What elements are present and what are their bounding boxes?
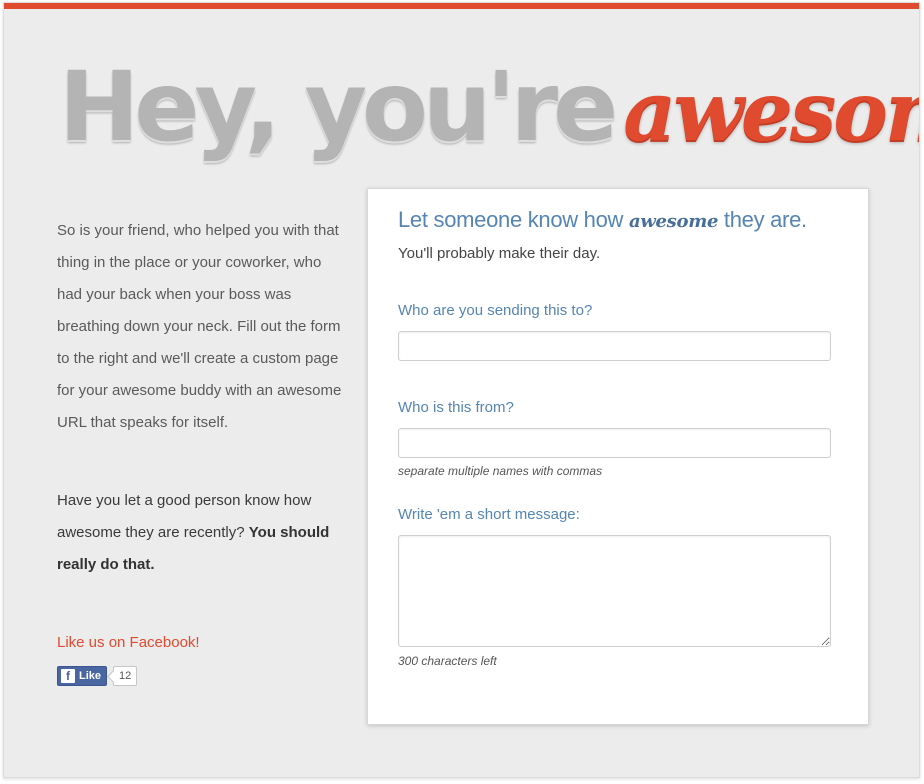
hero-headline-script: awesome (623, 64, 919, 160)
form-title-script: awesome (628, 211, 719, 232)
facebook-link[interactable]: Like us on Facebook! (57, 627, 200, 659)
sender-input[interactable] (398, 428, 831, 458)
facebook-icon: f (61, 669, 75, 683)
form-subtitle: You'll probably make their day. (398, 245, 601, 262)
like-count: 12 (113, 666, 138, 686)
hero-headline-plain: Hey, you're (59, 51, 618, 163)
character-counter: 300 characters left (398, 654, 497, 668)
form-title-after: they are. (723, 207, 807, 232)
intro-paragraph: So is your friend, who helped you with t… (57, 222, 342, 431)
form-title: Let someone know how awesome they are. (398, 207, 830, 233)
message-label: Write 'em a short message: (398, 506, 580, 523)
hero-headline: Hey, you'reawesome (59, 51, 919, 171)
message-textarea[interactable] (398, 535, 831, 647)
sender-label: Who is this from? (398, 399, 514, 416)
facebook-like-widget: f Like 12 (57, 665, 347, 687)
facebook-like-button[interactable]: f Like (57, 666, 108, 686)
recipient-input[interactable] (398, 331, 831, 361)
recipient-label: Who are you sending this to? (398, 302, 593, 319)
question-paragraph: Have you let a good person know how awes… (57, 485, 347, 581)
top-accent-bar (4, 3, 919, 9)
like-label: Like (79, 670, 102, 682)
form-title-before: Let someone know how (398, 207, 624, 232)
page-frame: Hey, you'reawesome So is your friend, wh… (3, 2, 920, 778)
send-form-card: Let someone know how awesome they are. Y… (367, 188, 869, 725)
intro-column: So is your friend, who helped you with t… (57, 215, 347, 687)
sender-help-text: separate multiple names with commas (398, 464, 603, 478)
